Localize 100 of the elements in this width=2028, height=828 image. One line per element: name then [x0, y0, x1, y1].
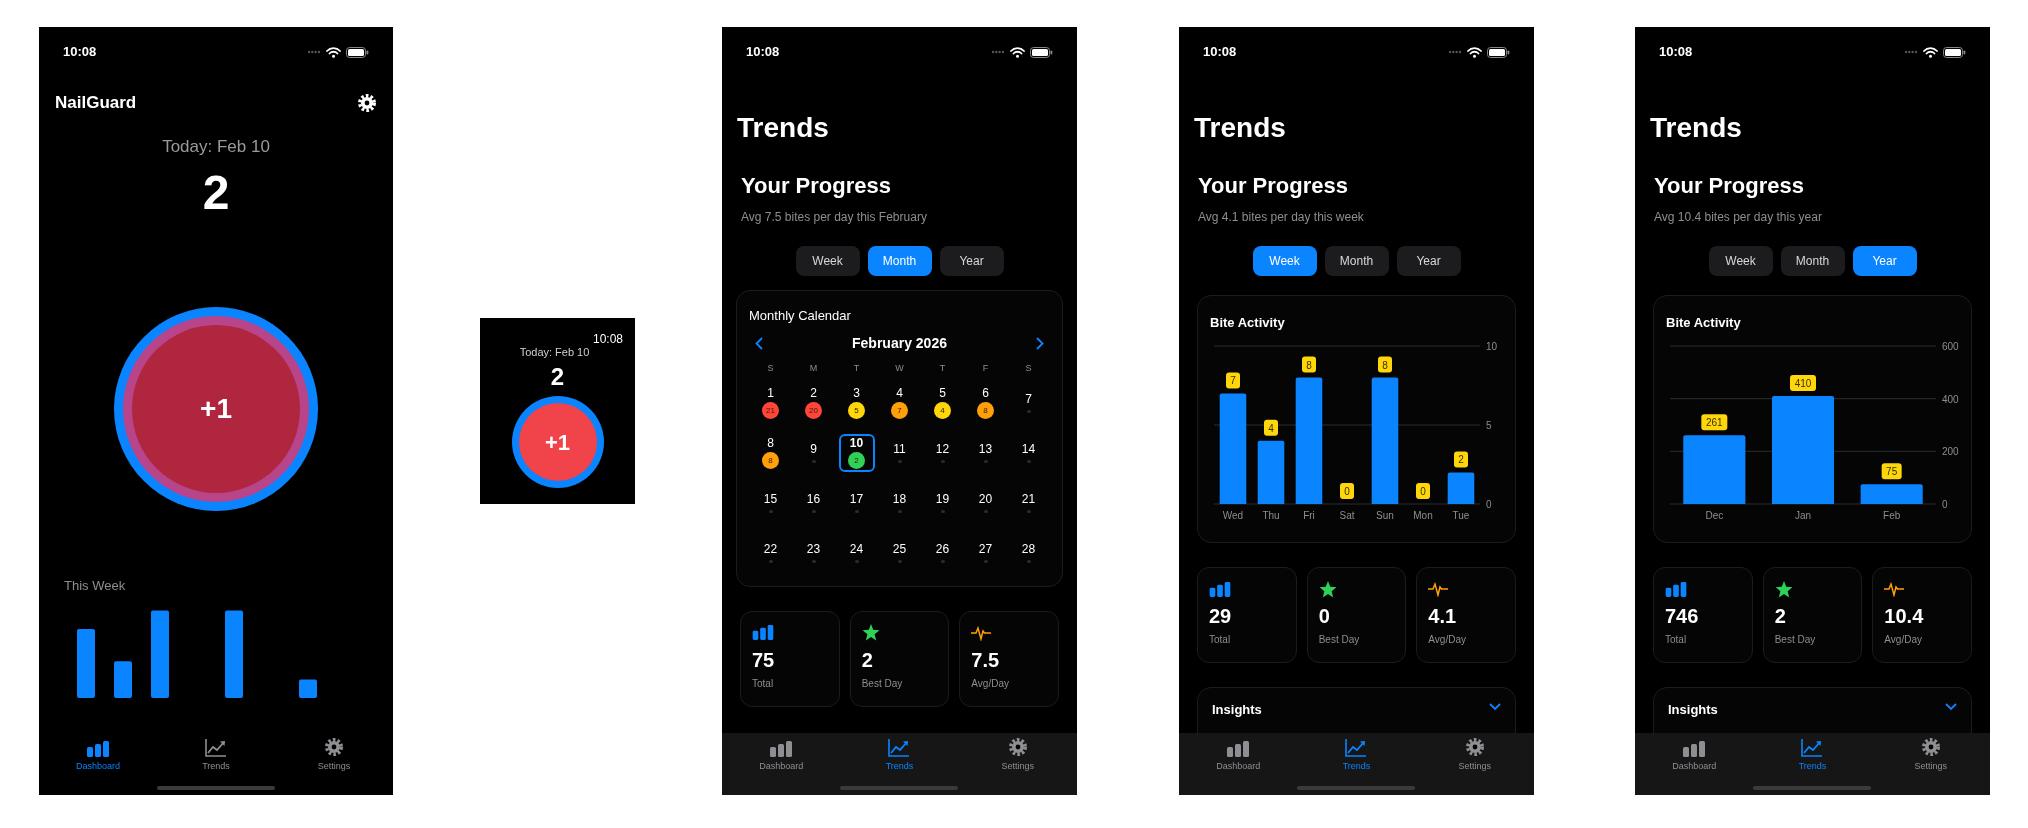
- tab-item[interactable]: Settings: [1890, 739, 1971, 775]
- calendar-day[interactable]: 18: [881, 483, 918, 522]
- bar-chart-icon: [1209, 581, 1231, 597]
- stat-label: Best Day: [1318, 633, 1361, 647]
- date-label: Today: Feb 10: [162, 135, 270, 158]
- calendar-day[interactable]: 15: [752, 483, 789, 522]
- stat-value: 0: [1318, 604, 1331, 628]
- calendar-day[interactable]: 27: [967, 533, 1004, 572]
- increment-button[interactable]: +1: [511, 396, 604, 488]
- wifi-icon: [1923, 46, 1938, 58]
- settings-icon: [1464, 737, 1485, 757]
- star-icon: [1774, 580, 1793, 598]
- calendar-day[interactable]: 2 20: [795, 383, 832, 422]
- chevron-left-icon[interactable]: [755, 337, 763, 350]
- star-icon: [861, 624, 880, 641]
- weekday-label: S: [1025, 362, 1032, 375]
- calendar-day[interactable]: 24: [838, 533, 875, 572]
- axis-tick-label: 0: [1942, 499, 1948, 510]
- watch-time: 10:08: [592, 332, 623, 346]
- segment-tab[interactable]: Week: [1708, 246, 1773, 276]
- segment-tab[interactable]: Month: [1324, 246, 1389, 276]
- tab-item[interactable]: Trends: [1772, 739, 1853, 775]
- settings-icon: [357, 92, 377, 113]
- calendar-day[interactable]: 1 21: [752, 383, 789, 422]
- chevron-down-icon[interactable]: [1945, 703, 1957, 711]
- tab-item[interactable]: Dashboard: [58, 739, 138, 775]
- calendar-day[interactable]: 10 2: [838, 433, 875, 472]
- calendar-day[interactable]: 26: [924, 533, 961, 572]
- tab-item[interactable]: Dashboard: [1198, 739, 1279, 775]
- axis-category-label: Jan: [1794, 510, 1812, 521]
- calendar-day[interactable]: 11: [881, 433, 918, 472]
- calendar-day[interactable]: 20: [967, 483, 1004, 522]
- calendar-day[interactable]: 21: [1010, 483, 1047, 522]
- bar: [299, 679, 317, 698]
- data-label: 261: [1701, 414, 1728, 431]
- bar-chart-icon: [87, 741, 109, 757]
- calendar-day[interactable]: 8 8: [752, 433, 789, 472]
- segment-tab[interactable]: Year: [1396, 246, 1461, 276]
- data-label: 75: [1886, 466, 1898, 478]
- battery-icon: [1487, 46, 1510, 58]
- calendar-day[interactable]: 23: [795, 533, 832, 572]
- tab-item[interactable]: Trends: [1316, 739, 1397, 775]
- card-title: Insights: [1668, 701, 1718, 719]
- battery-icon: [1030, 46, 1053, 58]
- axis-tick-label: 10: [1486, 341, 1498, 352]
- data-label: 0: [1420, 486, 1427, 497]
- data-label: 2: [1454, 451, 1468, 468]
- tab-item[interactable]: Dashboard: [741, 739, 822, 775]
- stat-label: Total: [1209, 633, 1232, 647]
- axis-category-label: Wed: [1222, 510, 1244, 521]
- tab-item[interactable]: Settings: [977, 739, 1058, 775]
- calendar-day[interactable]: 9: [795, 433, 832, 472]
- bar-chart-icon: [1227, 741, 1250, 757]
- calendar-day[interactable]: 14: [1010, 433, 1047, 472]
- stat-value: 10.4: [1884, 604, 1925, 628]
- segment-tab[interactable]: Month: [867, 246, 932, 276]
- tab-item[interactable]: Settings: [294, 739, 374, 775]
- page-title: Trends: [1650, 112, 1742, 143]
- segment-tab[interactable]: Week: [1252, 246, 1317, 276]
- subtitle: Avg 4.1 bites per day this week: [1198, 210, 1364, 224]
- chevron-right-icon[interactable]: [1036, 337, 1044, 350]
- wifi-icon: [1010, 46, 1025, 58]
- status-time: 10:08: [1659, 43, 1693, 62]
- segment-tab[interactable]: Month: [1780, 246, 1845, 276]
- data-label: 8: [1302, 356, 1316, 373]
- axis-category-label: Sat: [1339, 510, 1355, 521]
- segment-tab[interactable]: Year: [1852, 246, 1917, 276]
- calendar-day[interactable]: 7: [1010, 383, 1047, 422]
- increment-button[interactable]: +1: [114, 307, 318, 511]
- calendar-day[interactable]: 28: [1010, 533, 1047, 572]
- calendar-day[interactable]: 16: [795, 483, 832, 522]
- calendar-day[interactable]: 13: [967, 433, 1004, 472]
- count-badge: 21: [762, 402, 779, 419]
- bar: [77, 629, 95, 698]
- bar-chart-icon: [1665, 581, 1687, 597]
- tab-item[interactable]: Settings: [1434, 739, 1515, 775]
- stat-label: Best Day: [861, 676, 904, 691]
- stat-value: 29: [1209, 604, 1233, 628]
- axis-category-label: Thu: [1262, 510, 1280, 521]
- signal-icon: [307, 50, 321, 54]
- data-label: 8: [1378, 356, 1392, 373]
- chevron-down-icon[interactable]: [1489, 703, 1501, 711]
- segment-tab[interactable]: Week: [795, 246, 860, 276]
- segment-tab[interactable]: Year: [939, 246, 1004, 276]
- calendar-day[interactable]: 4 7: [881, 383, 918, 422]
- calendar-day[interactable]: 22: [752, 533, 789, 572]
- tab-item[interactable]: Trends: [859, 739, 940, 775]
- calendar-day[interactable]: 5 4: [924, 383, 961, 422]
- count-badge: 2: [848, 452, 865, 469]
- calendar-day[interactable]: 6 8: [967, 383, 1004, 422]
- calendar-day[interactable]: 17: [838, 483, 875, 522]
- count-badge: 8: [977, 402, 994, 419]
- calendar-day[interactable]: 3 5: [838, 383, 875, 422]
- tab-item[interactable]: Trends: [176, 739, 256, 775]
- calendar-day[interactable]: 25: [881, 533, 918, 572]
- status-time: 10:08: [746, 43, 780, 62]
- calendar-day[interactable]: 19: [924, 483, 961, 522]
- calendar-day[interactable]: 12: [924, 433, 961, 472]
- bar: [1860, 484, 1923, 504]
- tab-item[interactable]: Dashboard: [1654, 739, 1735, 775]
